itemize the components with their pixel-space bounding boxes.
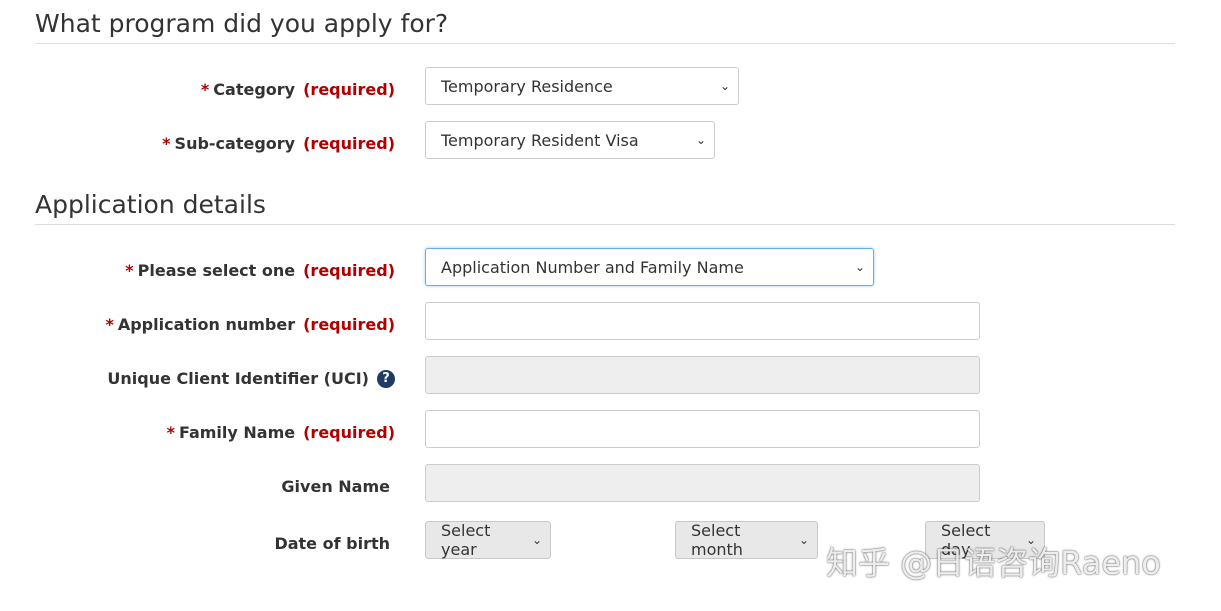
category-label: * Category (required) (200, 80, 395, 99)
dob-year-select[interactable]: Select year ⌄ (425, 521, 551, 559)
subcategory-label: * Sub-category (required) (162, 134, 395, 153)
family-name-input[interactable] (425, 410, 980, 448)
select-one-label: * Please select one (required) (125, 261, 395, 280)
search-method-select-value: Application Number and Family Name (441, 257, 744, 277)
uci-input (425, 356, 980, 394)
family-name-label: * Family Name (required) (166, 423, 395, 442)
subcategory-select-value: Temporary Resident Visa (441, 130, 639, 150)
chevron-down-icon: ⌄ (798, 533, 809, 547)
dob-day-value: Select day (941, 521, 991, 559)
chevron-down-icon: ⌄ (695, 133, 706, 147)
application-number-input[interactable] (425, 302, 980, 340)
dob-year-value: Select year (441, 521, 491, 559)
subcategory-select[interactable]: Temporary Resident Visa ⌄ (425, 121, 715, 159)
dob-month-select[interactable]: Select month ⌄ (675, 521, 818, 559)
question-circle-icon[interactable]: ? (377, 369, 395, 388)
section-title-details: Application details (35, 190, 1175, 225)
uci-label: Unique Client Identifier (UCI)? (107, 369, 395, 389)
dob-day-select[interactable]: Select day ⌄ (925, 521, 1045, 559)
application-number-label: * Application number (required) (105, 315, 395, 334)
chevron-down-icon: ⌄ (1025, 533, 1036, 547)
given-name-label: Given Name (281, 477, 390, 496)
dob-month-value: Select month (691, 521, 743, 559)
category-select[interactable]: Temporary Residence ⌄ (425, 67, 739, 105)
search-method-select[interactable]: Application Number and Family Name ⌄ (425, 248, 874, 286)
category-select-value: Temporary Residence (441, 76, 613, 96)
chevron-down-icon: ⌄ (531, 533, 542, 547)
chevron-down-icon: ⌄ (854, 260, 865, 274)
chevron-down-icon: ⌄ (719, 79, 730, 93)
given-name-input (425, 464, 980, 502)
dob-label: Date of birth (274, 534, 390, 553)
section-title-program: What program did you apply for? (35, 9, 1175, 44)
